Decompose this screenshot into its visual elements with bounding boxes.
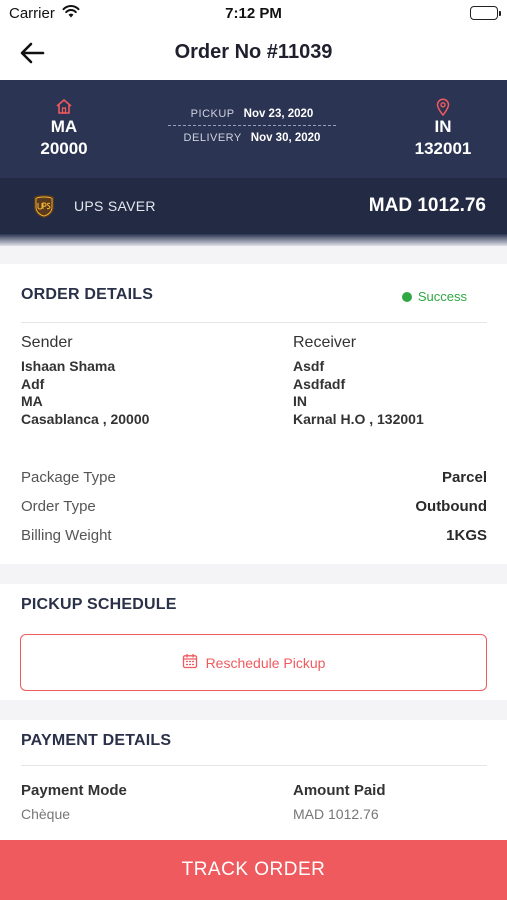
status-badge: Success bbox=[401, 289, 467, 304]
billing-weight-value: 1KGS bbox=[446, 527, 487, 544]
sender-label: Sender bbox=[21, 334, 73, 351]
home-icon bbox=[9, 98, 119, 116]
battery-icon bbox=[470, 6, 501, 20]
origin: MA 20000 bbox=[9, 98, 119, 159]
payment-details-card: PAYMENT DETAILS Payment Mode Chèque Amou… bbox=[0, 720, 507, 840]
nav-bar: Order No #11039 bbox=[0, 28, 507, 80]
destination-zip: 132001 bbox=[414, 139, 472, 158]
location-pin-icon bbox=[388, 98, 498, 116]
order-type-label: Order Type bbox=[21, 498, 96, 515]
pickup-schedule-title: PICKUP SCHEDULE bbox=[21, 596, 177, 613]
pickup-date: Nov 23, 2020 bbox=[243, 108, 314, 120]
sender-country: MA bbox=[21, 393, 43, 409]
status-bar: Carrier 7:12 PM bbox=[0, 0, 507, 28]
payment-mode-label: Payment Mode bbox=[21, 782, 127, 799]
order-type-value: Outbound bbox=[415, 498, 487, 515]
order-details-title: ORDER DETAILS bbox=[21, 286, 154, 303]
total-price: MAD 1012.76 bbox=[368, 195, 486, 216]
reschedule-pickup-label: Reschedule Pickup bbox=[205, 654, 326, 671]
package-type-value: Parcel bbox=[441, 469, 487, 486]
payment-details-title: PAYMENT DETAILS bbox=[21, 732, 172, 749]
destination-country: IN bbox=[434, 117, 452, 136]
dashed-divider bbox=[168, 125, 336, 126]
ups-logo-icon bbox=[33, 194, 55, 219]
carrier-row: UPS SAVER MAD 1012.76 bbox=[0, 178, 507, 234]
delivery-date: Nov 30, 2020 bbox=[250, 132, 321, 144]
billing-weight-label: Billing Weight bbox=[21, 527, 112, 544]
billing-weight-row: Billing Weight 1KGS bbox=[21, 527, 487, 544]
amount-paid-label: Amount Paid bbox=[293, 782, 386, 799]
receiver-name: Asdf bbox=[293, 358, 325, 374]
clock: 7:12 PM bbox=[225, 5, 282, 22]
reschedule-pickup-button[interactable]: Reschedule Pickup bbox=[20, 634, 487, 691]
receiver-address: Asdfadf bbox=[293, 375, 346, 392]
route-dates: PICKUP Nov 23, 2020 DELIVERY Nov 30, 202… bbox=[168, 106, 336, 146]
pickup-schedule-card: PICKUP SCHEDULE Reschedule Pickup bbox=[0, 584, 507, 700]
receiver-city-zip: Karnal H.O , 132001 bbox=[293, 410, 424, 427]
divider bbox=[21, 322, 487, 323]
amount-paid: Amount Paid MAD 1012.76 bbox=[293, 782, 386, 822]
package-type-label: Package Type bbox=[21, 469, 116, 486]
origin-zip: 20000 bbox=[40, 139, 88, 158]
sender-block: Sender Ishaan Shama Adf MA Casablanca , … bbox=[21, 334, 251, 428]
origin-country: MA bbox=[50, 117, 78, 136]
payment-mode-value: Chèque bbox=[21, 806, 71, 822]
package-type-row: Package Type Parcel bbox=[21, 469, 487, 486]
order-type-row: Order Type Outbound bbox=[21, 498, 487, 515]
pickup-label: PICKUP bbox=[190, 108, 235, 120]
order-details-card: ORDER DETAILS Success Sender Ishaan Sham… bbox=[0, 264, 507, 564]
receiver-label: Receiver bbox=[293, 334, 357, 351]
divider bbox=[21, 765, 487, 766]
carrier-service-name: UPS SAVER bbox=[74, 198, 156, 214]
payment-mode: Payment Mode Chèque bbox=[21, 782, 127, 822]
sender-name: Ishaan Shama bbox=[21, 358, 116, 374]
delivery-label: DELIVERY bbox=[183, 132, 242, 144]
receiver-country: IN bbox=[293, 393, 307, 409]
calendar-icon bbox=[182, 653, 198, 672]
status-text: Success bbox=[417, 289, 467, 304]
sender-city-zip: Casablanca , 20000 bbox=[21, 410, 150, 427]
destination: IN 132001 bbox=[388, 98, 498, 159]
receiver-block: Receiver Asdf Asdfadf IN Karnal H.O , 13… bbox=[293, 334, 507, 428]
route-banner: MA 20000 PICKUP Nov 23, 2020 DELIVERY No… bbox=[0, 80, 507, 178]
sender-address: Adf bbox=[21, 375, 45, 392]
amount-paid-value: MAD 1012.76 bbox=[293, 806, 379, 822]
banner-shadow bbox=[0, 234, 507, 246]
page-title: Order No #11039 bbox=[174, 41, 333, 63]
track-order-button[interactable]: TRACK ORDER bbox=[0, 840, 507, 900]
status-dot-icon bbox=[401, 291, 412, 302]
